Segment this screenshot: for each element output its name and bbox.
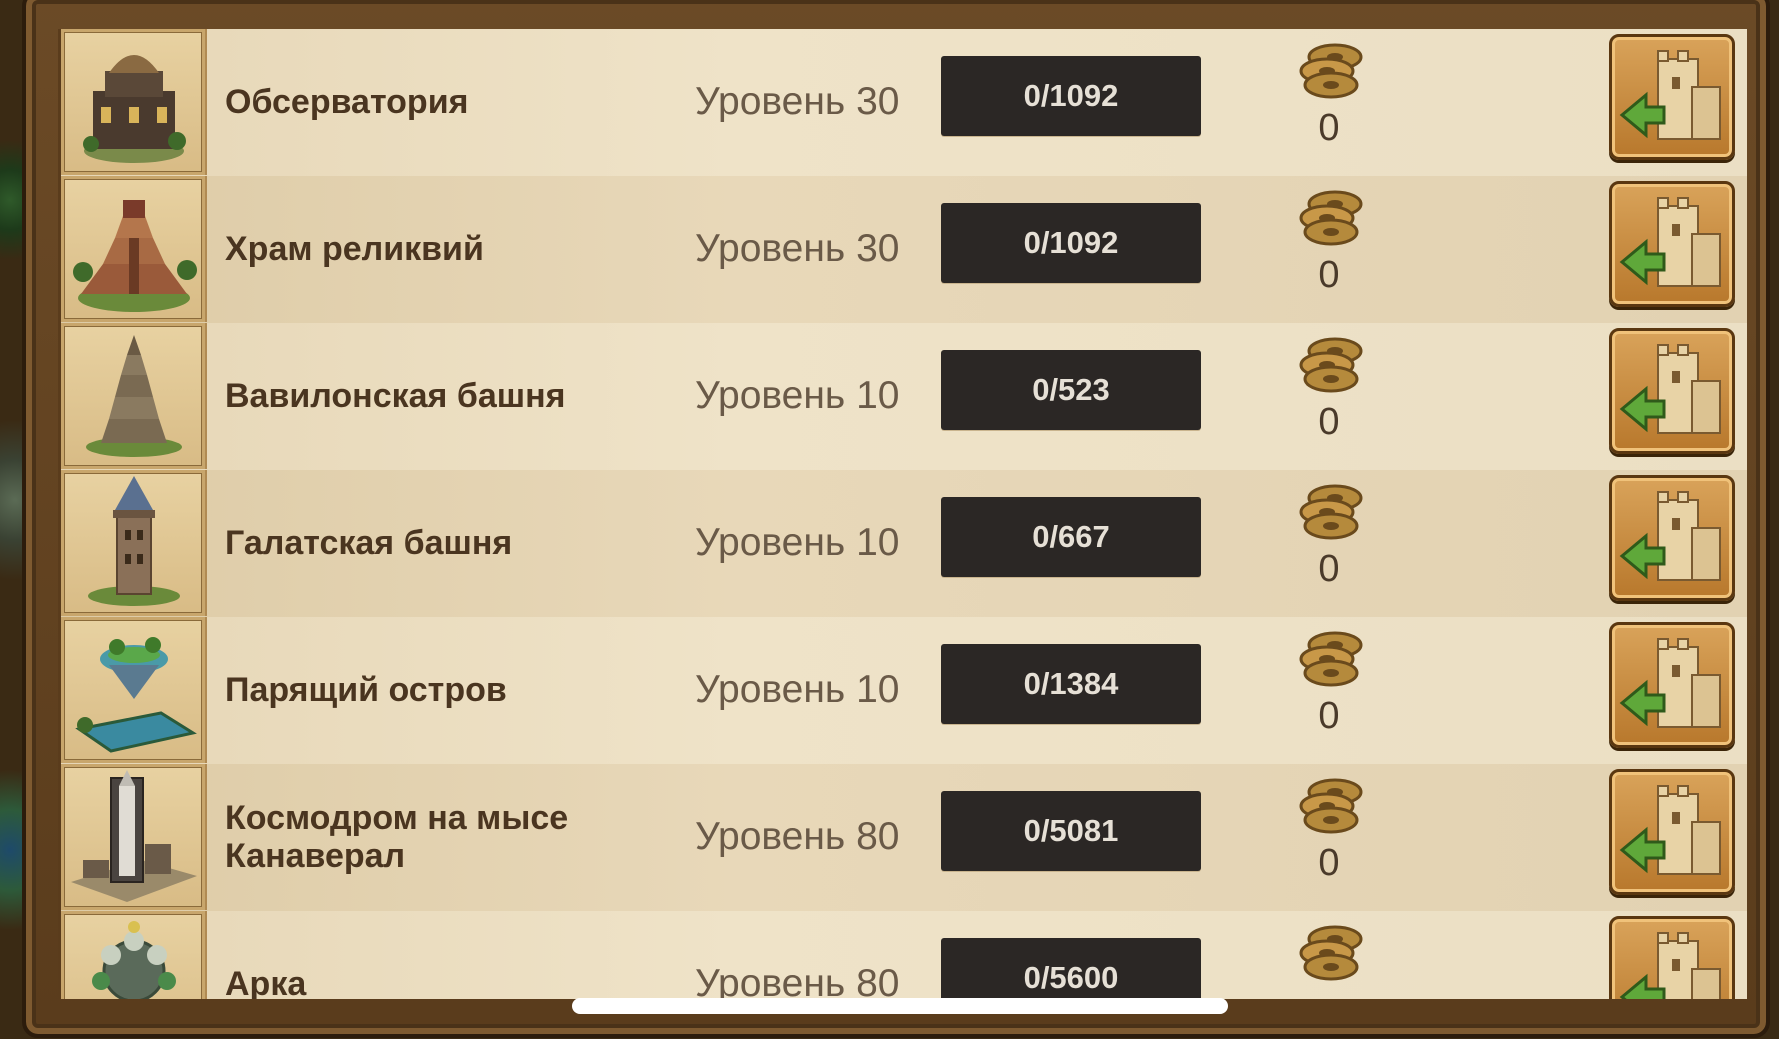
castle-arrow-icon xyxy=(1619,785,1721,875)
building-name: Галатская башня xyxy=(225,524,513,562)
building-name: Вавилонская башня xyxy=(225,377,566,415)
list-item[interactable]: Парящий остров Уровень 10 0/1384 0 xyxy=(61,617,1747,765)
building-name: Космодром на мысе Канаверал xyxy=(225,799,569,875)
castle-arrow-icon xyxy=(1619,197,1721,287)
galata-tower-icon xyxy=(61,470,207,616)
forge-points-progress: 0/5600 xyxy=(941,938,1201,999)
forge-points-progress: 0/1092 xyxy=(941,56,1201,136)
forge-points-progress: 0/1384 xyxy=(941,644,1201,724)
coins-icon xyxy=(1299,43,1363,99)
observatory-icon xyxy=(61,29,207,175)
coins-icon xyxy=(1299,190,1363,246)
forge-points-progress: 0/523 xyxy=(941,350,1201,430)
list-item[interactable]: Вавилонская башня Уровень 10 0/523 0 xyxy=(61,323,1747,471)
coins-icon xyxy=(1299,925,1363,981)
coin-count: 0 xyxy=(1318,695,1340,737)
coins-icon xyxy=(1299,778,1363,834)
castle-arrow-icon xyxy=(1619,344,1721,434)
list-item[interactable]: Обсерватория Уровень 30 0/1092 0 xyxy=(61,29,1747,177)
castle-arrow-icon xyxy=(1619,638,1721,728)
floating-island-icon xyxy=(61,617,207,763)
coins-icon xyxy=(1299,337,1363,393)
forge-points-progress: 0/667 xyxy=(941,497,1201,577)
visit-building-button[interactable] xyxy=(1609,181,1735,307)
coin-count: 0 xyxy=(1318,548,1340,590)
visit-building-button[interactable] xyxy=(1609,916,1735,999)
building-name: Обсерватория xyxy=(225,83,469,121)
home-indicator[interactable] xyxy=(572,998,1228,1014)
visit-building-button[interactable] xyxy=(1609,328,1735,454)
building-level: Уровень 30 xyxy=(695,227,900,270)
forge-points-progress: 0/1092 xyxy=(941,203,1201,283)
cape-canaveral-icon xyxy=(61,764,207,910)
list-item[interactable]: Галатская башня Уровень 10 0/667 0 xyxy=(61,470,1747,618)
visit-building-button[interactable] xyxy=(1609,622,1735,748)
great-buildings-list[interactable]: Обсерватория Уровень 30 0/1092 0 Храм ре… xyxy=(58,29,1747,999)
coin-count: 0 xyxy=(1318,107,1340,149)
arc-icon xyxy=(61,911,207,999)
coins-icon xyxy=(1299,631,1363,687)
coin-count: 0 xyxy=(1318,842,1340,884)
coin-count: 0 xyxy=(1318,401,1340,443)
castle-arrow-icon xyxy=(1619,491,1721,581)
list-item[interactable]: Арка Уровень 80 0/5600 xyxy=(61,911,1747,999)
visit-building-button[interactable] xyxy=(1609,34,1735,160)
coin-count: 0 xyxy=(1318,254,1340,296)
temple-of-relics-icon xyxy=(61,176,207,322)
visit-building-button[interactable] xyxy=(1609,475,1735,601)
building-name: Парящий остров xyxy=(225,671,507,709)
forge-points-progress: 0/5081 xyxy=(941,791,1201,871)
building-level: Уровень 80 xyxy=(695,962,900,999)
list-item[interactable]: Космодром на мысе Канаверал Уровень 80 0… xyxy=(61,764,1747,912)
tower-of-babel-icon xyxy=(61,323,207,469)
building-name: Арка xyxy=(225,965,307,999)
building-level: Уровень 30 xyxy=(695,80,900,123)
building-level: Уровень 10 xyxy=(695,374,900,417)
building-level: Уровень 10 xyxy=(695,668,900,711)
castle-arrow-icon xyxy=(1619,50,1721,140)
coins-icon xyxy=(1299,484,1363,540)
visit-building-button[interactable] xyxy=(1609,769,1735,895)
building-name: Храм реликвий xyxy=(225,230,484,268)
building-level: Уровень 10 xyxy=(695,521,900,564)
castle-arrow-icon xyxy=(1619,932,1721,999)
building-level: Уровень 80 xyxy=(695,815,900,858)
list-item[interactable]: Храм реликвий Уровень 30 0/1092 0 xyxy=(61,176,1747,324)
